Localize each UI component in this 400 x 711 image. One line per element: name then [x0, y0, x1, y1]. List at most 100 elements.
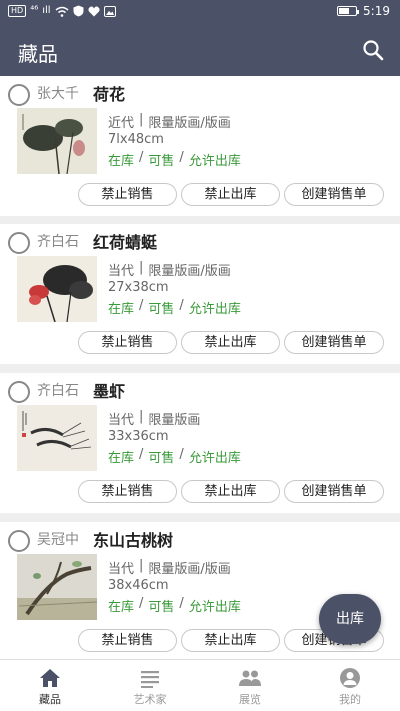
select-radio[interactable]	[8, 232, 30, 254]
shield-icon	[73, 5, 84, 17]
collection-item[interactable]: 张大千 荷花 近代 | 限量版画/版画 7lx48cm 在库 / 可售 / 允许…	[0, 76, 400, 216]
artwork-type: 限量版画	[148, 413, 201, 428]
create-sales-order-button[interactable]: 创建销售单	[284, 480, 384, 503]
artwork-type: 限量版画/版画	[148, 264, 231, 279]
select-radio[interactable]	[8, 381, 30, 403]
nav-label: 我的	[339, 693, 361, 706]
status-separator: /	[139, 596, 144, 611]
artwork-size: 33x36cm	[108, 429, 169, 444]
artist-name: 吴冠中	[37, 532, 79, 548]
status-separator: /	[179, 298, 184, 313]
battery-level	[339, 8, 349, 14]
battery-icon	[337, 6, 360, 16]
status-allow-outbound: 允许出库	[188, 154, 241, 169]
battery-tip	[357, 10, 360, 14]
status-allow-outbound: 允许出库	[188, 600, 241, 615]
artwork-period: 近代	[108, 116, 135, 131]
disable-sale-button[interactable]: 禁止销售	[78, 480, 177, 503]
disable-outbound-button[interactable]: 禁止出库	[181, 480, 280, 503]
disable-outbound-button[interactable]: 禁止出库	[181, 183, 280, 206]
home-icon	[40, 669, 60, 687]
status-separator: /	[139, 150, 144, 165]
hd-indicator: HD	[8, 5, 27, 17]
artwork-title: 墨虾	[93, 382, 126, 401]
artwork-thumbnail[interactable]	[17, 256, 97, 322]
artwork-status: 在库 / 可售 / 允许出库	[108, 150, 241, 169]
artwork-status: 在库 / 可售 / 允许出库	[108, 447, 241, 466]
disable-outbound-button[interactable]: 禁止出库	[181, 629, 280, 652]
artwork-period: 当代	[108, 562, 135, 577]
artwork-size: 7lx48cm	[108, 132, 164, 147]
artist-name: 齐白石	[37, 383, 79, 399]
search-icon	[363, 40, 384, 61]
outbound-fab[interactable]: 出库	[319, 594, 381, 644]
nav-label: 展览	[239, 693, 261, 706]
status-separator: /	[139, 298, 144, 313]
artwork-title: 荷花	[93, 85, 126, 104]
collection-item[interactable]: 齐白石 红荷蜻蜓 当代 | 限量版画/版画 27x38cm 在库 / 可售 / …	[0, 224, 400, 364]
disable-sale-button[interactable]: 禁止销售	[78, 629, 177, 652]
disable-outbound-button[interactable]: 禁止出库	[181, 331, 280, 354]
artwork-period: 当代	[108, 413, 135, 428]
artwork-thumbnail[interactable]	[17, 108, 97, 174]
list-icon	[141, 671, 159, 688]
status-separator: /	[179, 596, 184, 611]
search-button[interactable]	[360, 37, 386, 63]
artist-name: 齐白石	[37, 234, 79, 250]
meta-separator: |	[139, 112, 144, 127]
select-radio[interactable]	[8, 530, 30, 552]
status-separator: /	[179, 447, 184, 462]
artist-name: 张大千	[37, 86, 79, 102]
bottom-nav: 藏品 艺术家 展览 我的	[0, 659, 400, 711]
select-radio[interactable]	[8, 84, 30, 106]
create-sales-order-button[interactable]: 创建销售单	[284, 331, 384, 354]
status-separator: /	[139, 447, 144, 462]
artwork-period: 当代	[108, 264, 135, 279]
status-separator: /	[179, 150, 184, 165]
artwork-meta: 近代 | 限量版画/版画	[108, 112, 231, 131]
artwork-size: 38x46cm	[108, 578, 169, 593]
status-allow-outbound: 允许出库	[188, 302, 241, 317]
disable-sale-button[interactable]: 禁止销售	[78, 331, 177, 354]
nav-artists[interactable]: 艺术家	[100, 660, 200, 711]
status-for-sale: 可售	[148, 600, 175, 615]
artwork-meta: 当代 | 限量版画	[108, 409, 200, 428]
signal-icon: ıll	[42, 5, 51, 16]
status-in-stock: 在库	[108, 154, 135, 169]
nav-mine[interactable]: 我的	[300, 660, 400, 711]
meta-separator: |	[139, 260, 144, 275]
collection-list[interactable]: 张大千 荷花 近代 | 限量版画/版画 7lx48cm 在库 / 可售 / 允许…	[0, 76, 400, 659]
wifi-icon	[55, 6, 69, 17]
page-title: 藏品	[18, 42, 58, 66]
status-right: 5:19	[337, 4, 390, 18]
nav-exhibitions[interactable]: 展览	[200, 660, 300, 711]
meta-separator: |	[139, 409, 144, 424]
people-icon	[239, 670, 261, 686]
collection-item[interactable]: 齐白石 墨虾 当代 | 限量版画 33x36cm 在库 / 可售 / 允许出库 …	[0, 373, 400, 513]
meta-separator: |	[139, 558, 144, 573]
artwork-type: 限量版画/版画	[148, 562, 231, 577]
status-for-sale: 可售	[148, 154, 175, 169]
status-allow-outbound: 允许出库	[188, 451, 241, 466]
status-in-stock: 在库	[108, 451, 135, 466]
app-bar: 藏品	[0, 24, 400, 76]
status-in-stock: 在库	[108, 600, 135, 615]
artwork-thumbnail[interactable]	[17, 554, 97, 620]
artwork-status: 在库 / 可售 / 允许出库	[108, 298, 241, 317]
status-for-sale: 可售	[148, 451, 175, 466]
artwork-title: 红荷蜻蜓	[93, 233, 158, 252]
profile-icon	[340, 668, 360, 688]
artwork-type: 限量版画/版画	[148, 116, 231, 131]
status-time: 5:19	[363, 4, 390, 18]
artwork-meta: 当代 | 限量版画/版画	[108, 558, 231, 577]
disable-sale-button[interactable]: 禁止销售	[78, 183, 177, 206]
create-sales-order-button[interactable]: 创建销售单	[284, 183, 384, 206]
heart-icon	[88, 6, 100, 16]
status-for-sale: 可售	[148, 302, 175, 317]
nav-label: 艺术家	[133, 693, 167, 706]
status-bar: HD ⁴⁶ ıll 5:19	[0, 0, 400, 24]
artwork-thumbnail[interactable]	[17, 405, 97, 471]
status-in-stock: 在库	[108, 302, 135, 317]
artwork-size: 27x38cm	[108, 280, 169, 295]
nav-collection[interactable]: 藏品	[0, 660, 100, 711]
